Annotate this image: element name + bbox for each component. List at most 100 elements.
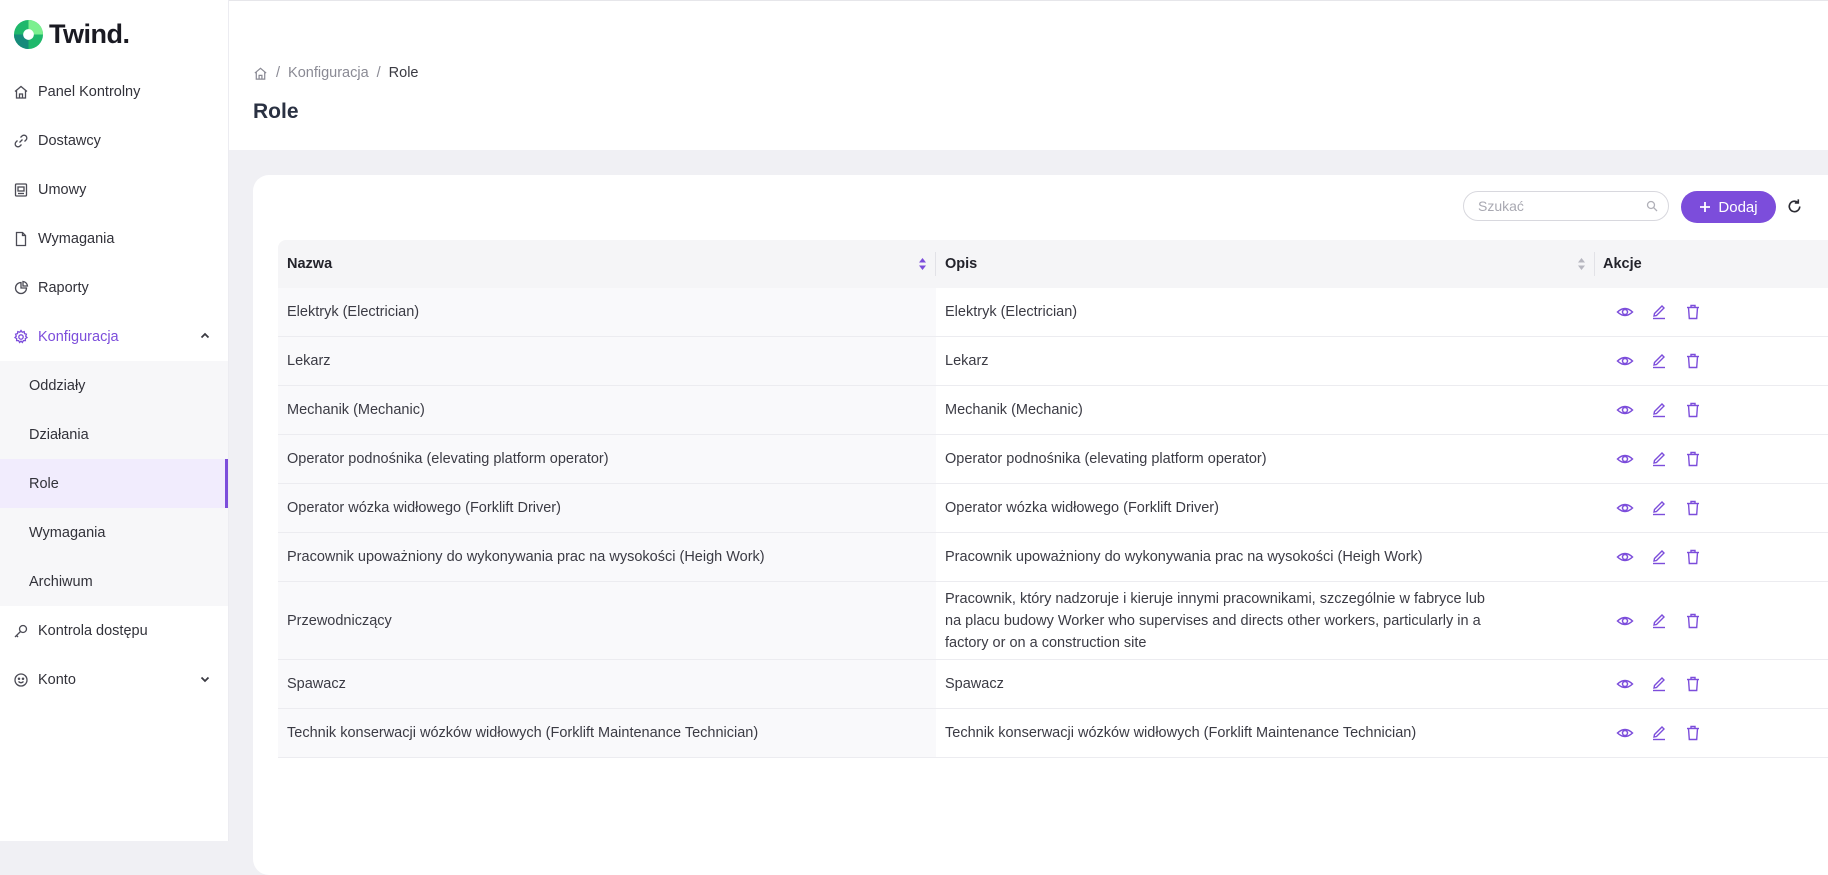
sidebar-item-label: Działania [29, 426, 89, 443]
sidebar-subitem-archiwum[interactable]: Archiwum [0, 557, 228, 606]
sidebar-item-kontrola-dostepu[interactable]: Kontrola dostępu [0, 606, 228, 655]
cell-actions [1595, 484, 1702, 532]
sidebar-item-label: Umowy [38, 181, 87, 198]
add-button-label: Dodaj [1718, 198, 1758, 216]
sidebar-item-konfiguracja[interactable]: Konfiguracja [0, 312, 228, 361]
sidebar-item-panel-kontrolny[interactable]: Panel Kontrolny [0, 67, 228, 116]
column-header-name[interactable]: Nazwa [278, 240, 936, 288]
delete-icon[interactable] [1684, 303, 1702, 321]
sidebar-subitem-role[interactable]: Role [0, 459, 228, 508]
sidebar-subitem-wymagania[interactable]: Wymagania [0, 508, 228, 557]
logo[interactable]: Twind. [13, 16, 130, 52]
view-icon[interactable] [1616, 548, 1634, 566]
role-name: Przewodniczący [287, 612, 392, 629]
sort-icon[interactable] [918, 257, 927, 271]
table-row: Pracownik upoważniony do wykonywania pra… [278, 533, 1828, 582]
delete-icon[interactable] [1684, 548, 1702, 566]
delete-icon[interactable] [1684, 450, 1702, 468]
sidebar-item-label: Wymagania [38, 230, 115, 247]
gear-icon [13, 328, 29, 343]
cell-description: Operator wózka widłowego (Forklift Drive… [936, 484, 1595, 532]
breadcrumb: / Konfiguracja / Role [253, 65, 419, 81]
role-description: Lekarz [945, 353, 989, 369]
role-description: Elektryk (Electrician) [945, 304, 1078, 320]
sidebar-item-dostawcy[interactable]: Dostawcy [0, 116, 228, 165]
add-button[interactable]: Dodaj [1681, 191, 1776, 223]
sidebar-subitem-oddzialy[interactable]: Oddziały [0, 361, 228, 410]
cell-description: Technik konserwacji wózków widłowych (Fo… [936, 709, 1595, 757]
refresh-icon[interactable] [1785, 197, 1804, 216]
edit-icon[interactable] [1650, 499, 1668, 517]
view-icon[interactable] [1616, 612, 1634, 630]
cell-name: Pracownik upoważniony do wykonywania pra… [278, 533, 936, 581]
cell-actions [1595, 337, 1702, 385]
breadcrumb-link-konfiguracja[interactable]: Konfiguracja [288, 65, 369, 81]
role-name: Lekarz [287, 353, 331, 369]
home-icon[interactable] [253, 66, 268, 81]
sidebar-item-raporty[interactable]: Raporty [0, 263, 228, 312]
role-description: Operator wózka widłowego (Forklift Drive… [945, 500, 1219, 516]
document-icon [15, 231, 27, 246]
edit-icon[interactable] [1650, 303, 1668, 321]
view-icon[interactable] [1616, 450, 1634, 468]
delete-icon[interactable] [1684, 724, 1702, 742]
edit-icon[interactable] [1650, 675, 1668, 693]
contract-icon [14, 182, 28, 197]
delete-icon[interactable] [1684, 352, 1702, 370]
role-description: Mechanik (Mechanic) [945, 402, 1083, 418]
delete-icon[interactable] [1684, 612, 1702, 630]
cell-actions [1595, 582, 1702, 659]
sidebar-item-label: Role [29, 475, 59, 492]
cell-description: Mechanik (Mechanic) [936, 386, 1595, 434]
top-bar [229, 0, 1828, 53]
edit-icon[interactable] [1650, 548, 1668, 566]
smiley-icon [14, 672, 28, 687]
chevron-up-icon[interactable] [198, 329, 212, 343]
sidebar: Twind. Panel Kontrolny Dostawcy Umowy Wy… [0, 0, 229, 841]
sidebar-subitem-dzialania[interactable]: Działania [0, 410, 228, 459]
search-box[interactable] [1463, 191, 1669, 221]
edit-icon[interactable] [1650, 612, 1668, 630]
role-name: Technik konserwacji wózków widłowych (Fo… [287, 725, 759, 741]
sidebar-item-label: Dostawcy [38, 132, 101, 149]
sidebar-item-wymagania[interactable]: Wymagania [0, 214, 228, 263]
cell-actions [1595, 288, 1702, 336]
view-icon[interactable] [1616, 303, 1634, 321]
edit-icon[interactable] [1650, 724, 1668, 742]
view-icon[interactable] [1616, 401, 1634, 419]
cell-description: Elektryk (Electrician) [936, 288, 1595, 336]
delete-icon[interactable] [1684, 499, 1702, 517]
cell-name: Operator podnośnika (elevating platform … [278, 435, 936, 483]
edit-icon[interactable] [1650, 450, 1668, 468]
home-icon [14, 85, 28, 99]
role-name: Mechanik (Mechanic) [287, 402, 425, 418]
table-row: Operator wózka widłowego (Forklift Drive… [278, 484, 1828, 533]
search-icon [1646, 200, 1658, 212]
sidebar-item-umowy[interactable]: Umowy [0, 165, 228, 214]
delete-icon[interactable] [1684, 401, 1702, 419]
view-icon[interactable] [1616, 724, 1634, 742]
column-header-label: Akcje [1603, 256, 1642, 272]
view-icon[interactable] [1616, 352, 1634, 370]
sidebar-item-label: Kontrola dostępu [38, 622, 148, 639]
chevron-down-icon[interactable] [198, 672, 212, 686]
delete-icon[interactable] [1684, 675, 1702, 693]
view-icon[interactable] [1616, 675, 1634, 693]
cell-description: Pracownik, który nadzoruje i kieruje inn… [936, 582, 1595, 659]
role-name: Spawacz [287, 676, 346, 692]
view-icon[interactable] [1616, 499, 1634, 517]
cell-actions [1595, 386, 1702, 434]
key-icon [14, 624, 28, 637]
role-description: Spawacz [945, 676, 1004, 692]
search-input[interactable] [1476, 197, 1640, 215]
table-header: Nazwa Opis Akcje [278, 240, 1828, 288]
table-row: Operator podnośnika (elevating platform … [278, 435, 1828, 484]
sidebar-item-konto[interactable]: Konto [0, 655, 228, 704]
edit-icon[interactable] [1650, 352, 1668, 370]
cell-description: Spawacz [936, 660, 1595, 708]
roles-card: Dodaj Nazwa Opis Akcje Elektryk (Electri… [253, 175, 1828, 875]
cell-name: Mechanik (Mechanic) [278, 386, 936, 434]
edit-icon[interactable] [1650, 401, 1668, 419]
sort-icon[interactable] [1577, 257, 1586, 271]
column-header-description[interactable]: Opis [936, 240, 1595, 288]
